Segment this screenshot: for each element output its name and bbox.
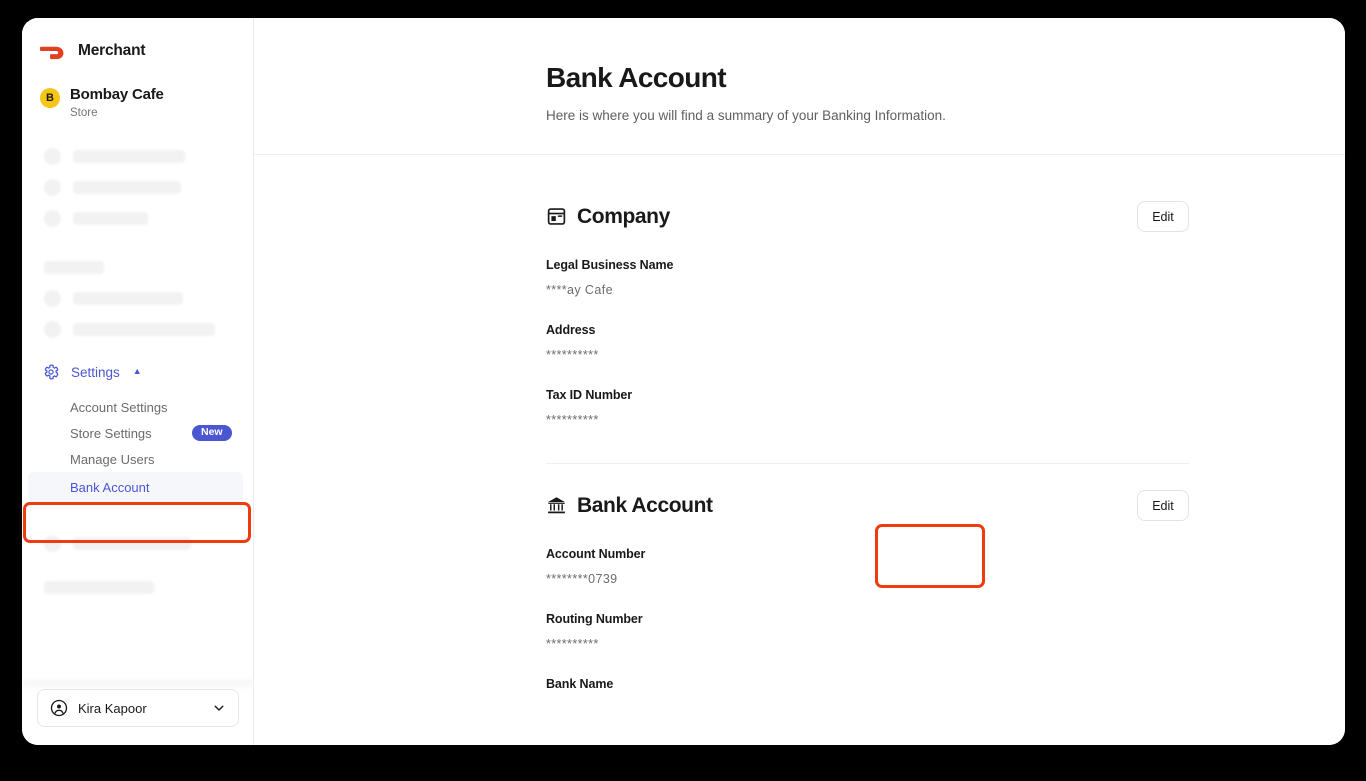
nav-skeleton-item bbox=[22, 314, 253, 345]
field-label: Routing Number bbox=[546, 612, 643, 626]
settings-label: Settings bbox=[71, 364, 120, 380]
brand-name: Merchant bbox=[78, 42, 146, 59]
sidebar-item-bank-account[interactable]: Bank Account bbox=[28, 472, 243, 502]
skeleton-icon bbox=[44, 290, 61, 307]
field-tax-id-number: Tax ID Number ********** bbox=[546, 388, 1345, 427]
storefront-icon bbox=[547, 208, 566, 225]
field-routing-number: Routing Number ********** bbox=[546, 612, 1345, 651]
skeleton-icon bbox=[44, 179, 61, 196]
page-subtitle: Here is where you will find a summary of… bbox=[546, 108, 946, 123]
settings-subnav: Account Settings Store Settings New Mana… bbox=[22, 394, 253, 502]
sidebar-item-settings[interactable]: Settings ▲ bbox=[22, 359, 253, 385]
skeleton-label bbox=[73, 537, 191, 550]
skeleton-label bbox=[44, 581, 154, 594]
gear-icon bbox=[44, 364, 59, 380]
field-label: Account Number bbox=[546, 547, 646, 561]
skeleton-icon bbox=[44, 535, 61, 552]
field-value: ********0739 bbox=[546, 572, 618, 586]
sidebar-item-label: Account Settings bbox=[70, 399, 168, 415]
user-account-menu[interactable]: Kira Kapoor bbox=[37, 689, 239, 727]
user-name: Kira Kapoor bbox=[78, 700, 147, 716]
skeleton-label bbox=[73, 292, 183, 305]
field-label: Bank Name bbox=[546, 677, 614, 691]
main-content: Bank Account Here is where you will find… bbox=[254, 18, 1345, 745]
store-selector[interactable]: B Bombay Cafe Store bbox=[22, 64, 253, 119]
store-name: Bombay Cafe bbox=[70, 86, 164, 103]
field-value: ****ay Cafe bbox=[546, 283, 613, 297]
sidebar-item-label: Bank Account bbox=[70, 479, 150, 495]
skeleton-icon bbox=[44, 148, 61, 165]
field-address: Address ********** bbox=[546, 323, 1345, 362]
sidebar: Merchant B Bombay Cafe Store Settings ▲ … bbox=[22, 18, 254, 745]
company-section: Company Edit Legal Business Name ****ay … bbox=[254, 201, 1345, 464]
chevron-up-icon: ▲ bbox=[132, 366, 142, 376]
nav-skeleton-group-3 bbox=[22, 528, 253, 603]
field-legal-business-name: Legal Business Name ****ay Cafe bbox=[546, 258, 1345, 297]
app-window: Merchant B Bombay Cafe Store Settings ▲ … bbox=[22, 18, 1345, 745]
company-title: Company bbox=[577, 204, 670, 228]
bank-account-edit-button[interactable]: Edit bbox=[1137, 490, 1189, 521]
skeleton-label bbox=[73, 212, 148, 225]
page-header: Bank Account Here is where you will find… bbox=[254, 18, 1345, 123]
new-badge: New bbox=[192, 425, 232, 441]
nav-skeleton-item bbox=[22, 141, 253, 172]
company-section-header: Company Edit bbox=[546, 201, 1189, 232]
nav-skeleton-item bbox=[22, 283, 253, 314]
skeleton-icon bbox=[44, 210, 61, 227]
field-account-number: Account Number ********0739 bbox=[546, 547, 1345, 586]
skeleton-label bbox=[73, 323, 215, 336]
skeleton-icon bbox=[44, 321, 61, 338]
bank-account-title: Bank Account bbox=[577, 493, 713, 517]
doordash-logo-icon bbox=[40, 46, 64, 60]
field-value: ********** bbox=[546, 413, 599, 427]
sidebar-item-manage-users[interactable]: Manage Users bbox=[22, 446, 253, 472]
section-divider bbox=[546, 463, 1189, 464]
account-circle-icon bbox=[50, 699, 68, 717]
nav-skeleton-group-2 bbox=[22, 252, 253, 345]
nav-skeleton-item bbox=[22, 203, 253, 234]
chevron-down-icon[interactable] bbox=[212, 701, 226, 715]
skeleton-label bbox=[44, 261, 104, 274]
skeleton-label bbox=[73, 181, 181, 194]
bank-account-section-header: Bank Account Edit bbox=[546, 490, 1189, 521]
field-bank-name: Bank Name bbox=[546, 677, 1345, 691]
skeleton-label bbox=[73, 150, 185, 163]
store-type: Store bbox=[70, 107, 98, 119]
settings-nav-section: Settings ▲ Account Settings Store Settin… bbox=[22, 359, 253, 502]
header-divider bbox=[254, 154, 1345, 155]
nav-skeleton-item bbox=[22, 528, 253, 559]
sidebar-item-account-settings[interactable]: Account Settings bbox=[22, 394, 253, 420]
nav-skeleton-item bbox=[22, 172, 253, 203]
bank-icon bbox=[548, 497, 565, 514]
company-edit-button[interactable]: Edit bbox=[1137, 201, 1189, 232]
nav-skeleton-heading bbox=[22, 252, 253, 283]
sidebar-item-label: Manage Users bbox=[70, 451, 155, 467]
field-label: Legal Business Name bbox=[546, 258, 674, 272]
bank-account-section: Bank Account Edit Account Number *******… bbox=[254, 490, 1345, 691]
field-value: ********** bbox=[546, 348, 599, 362]
page-title: Bank Account bbox=[546, 62, 727, 93]
nav-skeleton-heading bbox=[22, 572, 253, 603]
store-avatar: B bbox=[40, 88, 60, 108]
nav-skeleton-group-1 bbox=[22, 141, 253, 234]
field-value: ********** bbox=[546, 637, 599, 651]
field-label: Tax ID Number bbox=[546, 388, 632, 402]
sidebar-item-store-settings[interactable]: Store Settings New bbox=[22, 420, 253, 446]
brand-header[interactable]: Merchant bbox=[22, 18, 253, 64]
sidebar-item-label: Store Settings bbox=[70, 425, 152, 441]
field-label: Address bbox=[546, 323, 596, 337]
